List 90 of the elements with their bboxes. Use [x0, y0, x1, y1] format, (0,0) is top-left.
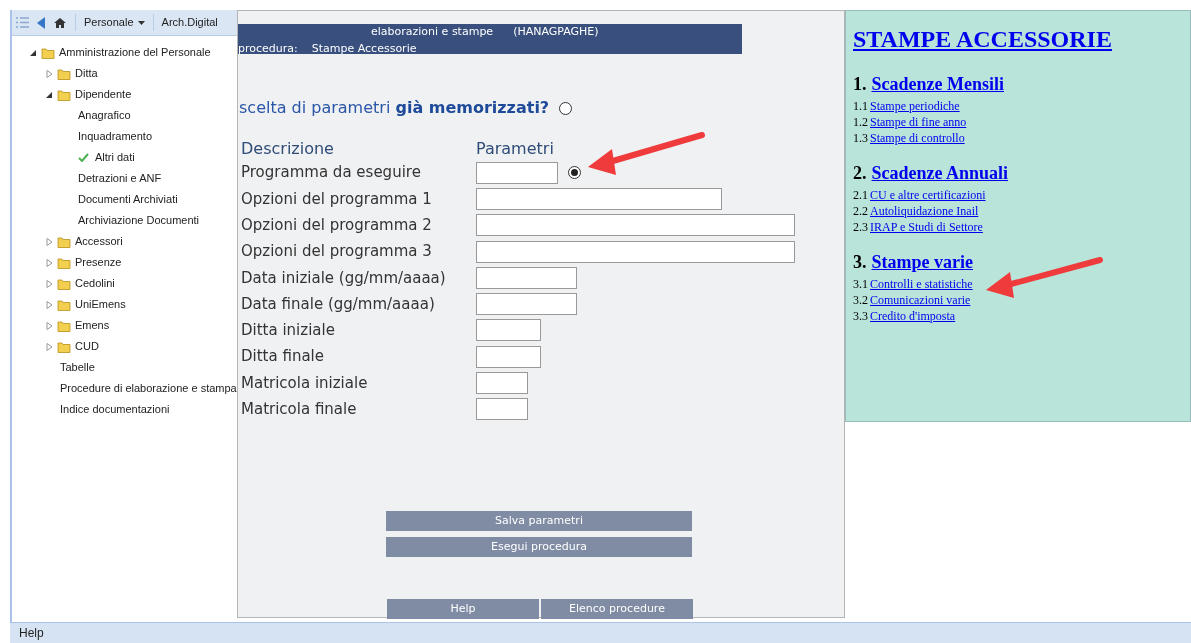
menu-button[interactable]: Personale — [75, 14, 145, 31]
tree-item[interactable]: Ditta — [75, 65, 98, 82]
link-number: 2.2 — [853, 203, 868, 219]
input-field[interactable] — [476, 293, 577, 316]
tree-item[interactable]: UniEmens — [75, 296, 126, 313]
parameter-label: Opzioni del programma 2 — [241, 215, 433, 236]
parameter-label: Data iniziale (gg/mm/aaaa) — [241, 267, 447, 289]
tree-item[interactable]: Tabelle — [60, 359, 95, 376]
tree-item[interactable]: Indice documentazioni — [60, 401, 170, 418]
section-link[interactable]: Scadenze Mensili — [871, 71, 1004, 98]
parameter-label: Opzioni del programma 3 — [241, 241, 433, 263]
section-link[interactable]: Scadenze Annuali — [871, 160, 1009, 187]
tree-item[interactable]: Detrazioni e ANF — [78, 170, 162, 187]
tree-item[interactable]: Emens — [75, 317, 110, 334]
link-number: 3.1 — [853, 276, 868, 292]
tree-item[interactable]: Altri dati — [95, 149, 135, 166]
folder-icon — [57, 256, 71, 269]
parameter-label: Ditta finale — [241, 346, 325, 368]
folder-icon — [57, 277, 71, 290]
parameter-label: Opzioni del programma 1 — [241, 188, 433, 210]
input-field[interactable] — [476, 398, 528, 421]
input-field[interactable] — [476, 319, 541, 342]
parameter-label: Ditta iniziale — [241, 320, 336, 342]
tree-item[interactable]: Amministrazione del Personale — [59, 44, 211, 61]
folder-icon — [41, 46, 55, 59]
parameter-label: Matricola iniziale — [241, 372, 369, 394]
program-code: (HANAGPAGHE) — [513, 24, 599, 40]
input-field[interactable] — [476, 372, 528, 394]
section-link[interactable]: Stampe varie — [871, 249, 973, 276]
input-field[interactable] — [476, 161, 558, 184]
help-link[interactable]: Credito d'imposta — [870, 308, 956, 324]
status-text: Help — [19, 625, 44, 642]
tree-item[interactable]: Inquadramento — [78, 128, 152, 145]
link-number: 3.3 — [853, 308, 868, 324]
tree-item[interactable]: Anagrafico — [78, 107, 131, 124]
help-link[interactable]: IRAP e Studi di Settore — [870, 219, 983, 235]
input-field[interactable] — [476, 187, 722, 210]
folder-icon — [57, 340, 71, 353]
procedure-label: procedura: — [238, 40, 298, 57]
section-number: 1. — [853, 73, 867, 96]
link-number: 1.3 — [853, 130, 868, 146]
list-icon[interactable] — [16, 17, 29, 28]
tree-item[interactable]: Procedure di elaborazione e stampa — [60, 380, 237, 397]
section-number: 3. — [853, 251, 867, 274]
tree-item[interactable]: Presenze — [75, 254, 122, 271]
dialog-title: elaborazioni e stampe — [371, 24, 494, 40]
back-icon[interactable] — [37, 16, 45, 29]
help-link[interactable]: CU e altre certificazioni — [870, 187, 986, 203]
column-header: Descrizione — [241, 138, 335, 160]
input-field[interactable] — [476, 214, 795, 237]
input-field[interactable] — [476, 240, 795, 263]
folder-icon — [57, 235, 71, 248]
tree-item[interactable]: Documenti Archiviati — [78, 191, 178, 208]
tree-item[interactable]: Archiviazione Documenti — [78, 212, 200, 229]
radio-button[interactable] — [568, 166, 581, 180]
toolbar-tab[interactable]: Arch.Digital — [152, 14, 218, 31]
link-number: 1.2 — [853, 114, 868, 130]
link-number: 2.3 — [853, 219, 868, 235]
help-link[interactable]: Stampe di fine anno — [870, 114, 967, 130]
help-link[interactable]: Controlli e statistiche — [870, 276, 973, 292]
help-link[interactable]: Stampe di controllo — [870, 130, 965, 146]
tree-item[interactable]: Accessori — [75, 233, 123, 250]
folder-icon — [57, 298, 71, 311]
link-number: 3.2 — [853, 292, 868, 308]
parameter-label: Programma da eseguire — [241, 162, 422, 184]
parameter-label: Matricola finale — [241, 399, 358, 421]
radio-button[interactable] — [559, 101, 573, 115]
link-number: 2.1 — [853, 187, 868, 203]
help-link[interactable]: Stampe periodiche — [870, 98, 960, 114]
folder-icon — [57, 67, 71, 80]
expander-icon[interactable] — [30, 48, 37, 57]
folder-icon — [57, 319, 71, 332]
link-number: 1.1 — [853, 98, 868, 114]
tree-item[interactable]: CUD — [75, 338, 99, 355]
help-link[interactable]: Comunicazioni varie — [870, 292, 971, 308]
expander-icon[interactable] — [46, 90, 53, 99]
input-field[interactable] — [476, 345, 541, 368]
tree-item[interactable]: Dipendente — [75, 86, 132, 103]
help-link[interactable]: Autoliquidazione Inail — [870, 203, 979, 219]
input-field[interactable] — [476, 266, 577, 289]
section-number: 2. — [853, 162, 867, 185]
caret-icon — [137, 20, 145, 25]
tree-item[interactable]: Cedolini — [75, 275, 115, 292]
help-title-link[interactable]: STAMPE ACCESSORIE — [853, 26, 1112, 52]
procedure-name: Stampe Accessorie — [311, 40, 417, 57]
column-header: Parametri — [476, 138, 554, 160]
parameter-label: Data finale (gg/mm/aaaa) — [241, 293, 436, 315]
question-text: scelta di parametri già memorizzati? — [239, 97, 550, 119]
home-icon[interactable] — [53, 16, 67, 29]
folder-icon — [57, 88, 71, 101]
